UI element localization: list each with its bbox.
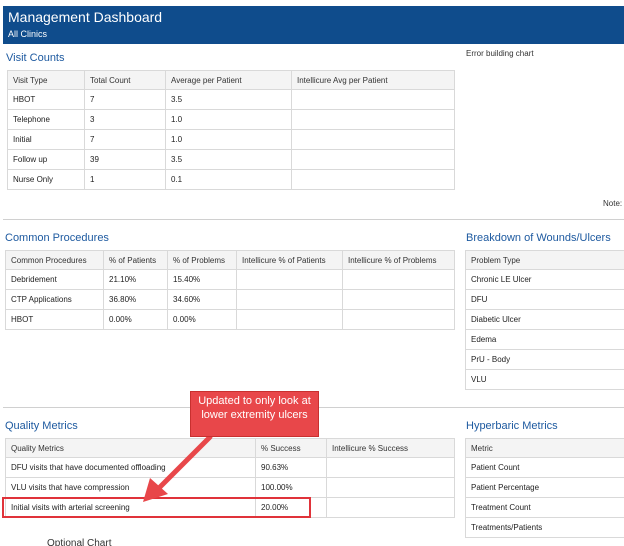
annotation-callout: Updated to only look at lower extremity … <box>190 391 319 437</box>
callout-arrow-icon <box>143 434 213 502</box>
